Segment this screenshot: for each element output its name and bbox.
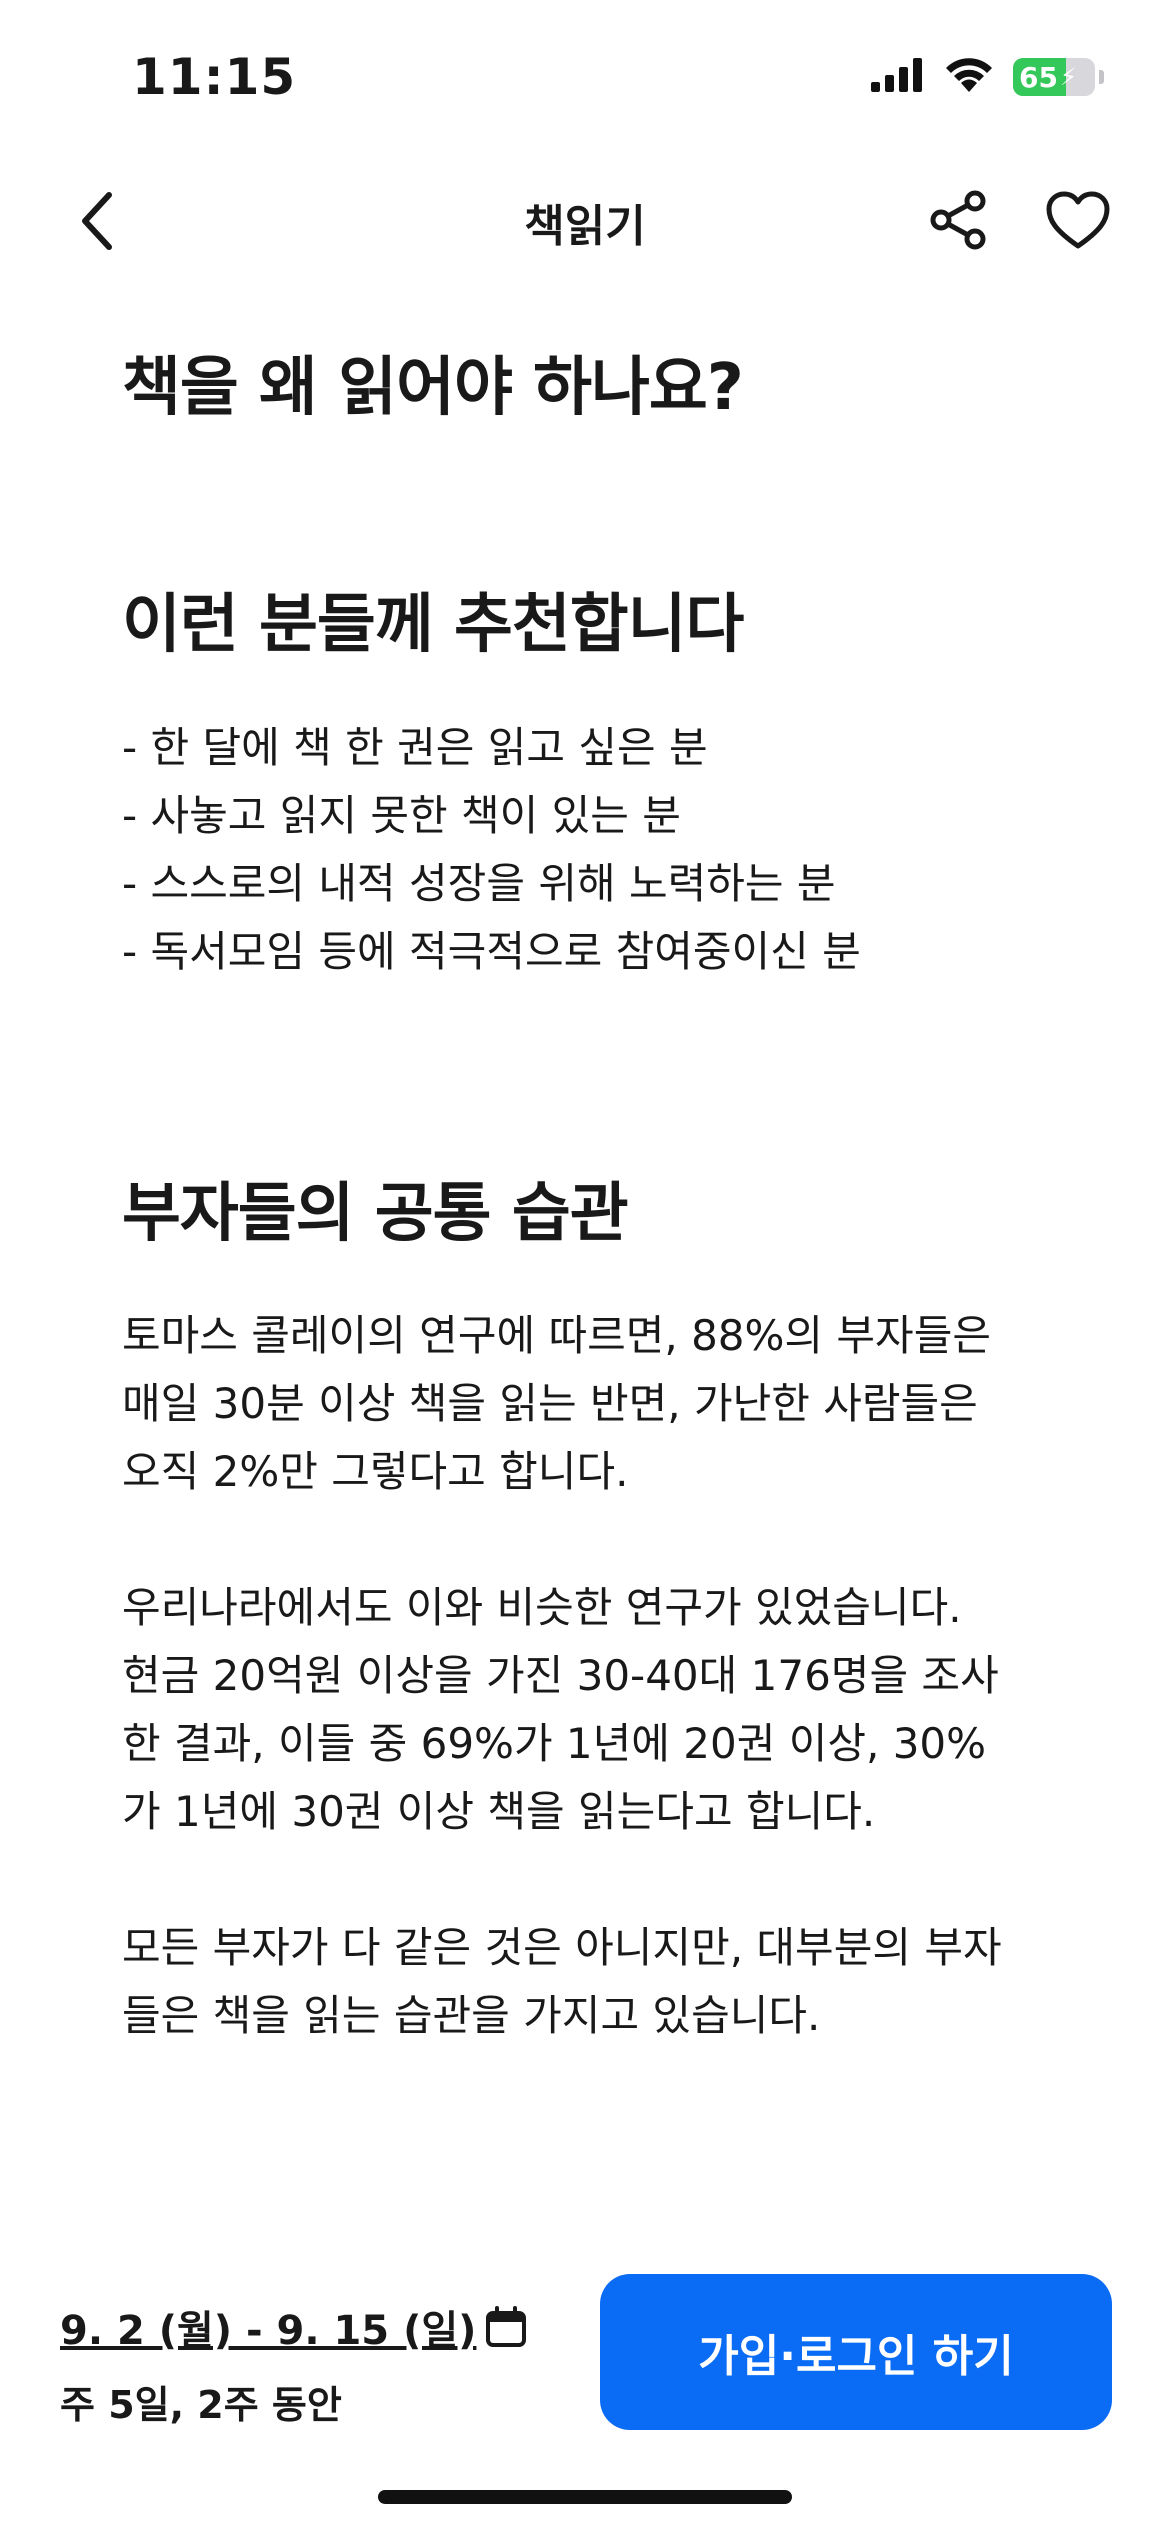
recommend-list: - 한 달에 책 한 권은 읽고 싶은 분 - 사놓고 읽지 못한 책이 있는 …	[122, 714, 1062, 986]
paragraph: 모든 부자가 다 같은 것은 아니지만, 대부분의 부자 들은 책을 읽는 습관…	[122, 1923, 1002, 2041]
list-item: - 스스로의 내적 성장을 위해 노력하는 분	[122, 858, 836, 908]
frequency-text: 주 5일, 2주 동안	[60, 2383, 342, 2427]
list-item: - 독서모임 등에 적극적으로 참여중이신 분	[122, 926, 861, 976]
charging-bolt-icon: ⚡	[1059, 63, 1077, 91]
list-item: - 사놓고 읽지 못한 책이 있는 분	[122, 790, 681, 840]
date-range-text: 9. 2 (월) - 9. 15 (일)	[60, 2308, 477, 2354]
nav-bar: 책읽기	[0, 150, 1170, 290]
date-range[interactable]: 9. 2 (월) - 9. 15 (일)	[60, 2298, 528, 2356]
main-content: 책을 왜 읽어야 하나요? 이런 분들께 추천합니다 - 한 달에 책 한 권은…	[122, 350, 1062, 2118]
status-icons: 65 ⚡	[871, 56, 1104, 98]
battery-icon: 65 ⚡	[1013, 58, 1095, 96]
list-item: - 한 달에 책 한 권은 읽고 싶은 분	[122, 722, 708, 772]
share-icon	[930, 190, 986, 250]
signal-icon	[871, 58, 925, 96]
status-bar: 11:15 65 ⚡	[0, 0, 1170, 150]
paragraph: 우리나라에서도 이와 비슷한 연구가 있었습니다. 현금 20억원 이상을 가진…	[122, 1583, 999, 1837]
favorite-button[interactable]	[1040, 182, 1116, 258]
wifi-icon	[943, 56, 995, 98]
schedule-info[interactable]: 9. 2 (월) - 9. 15 (일) 주 5일, 2주 동안	[60, 2298, 528, 2429]
paragraph: 토마스 콜레이의 연구에 따르면, 88%의 부자들은 매일 30분 이상 책을…	[122, 1311, 991, 1497]
signup-login-button[interactable]: 가입·로그인 하기	[600, 2274, 1112, 2430]
calendar-icon	[486, 2306, 527, 2347]
section-title-why-read: 책을 왜 읽어야 하나요?	[122, 351, 744, 425]
battery-cap	[1099, 70, 1104, 84]
heart-icon	[1046, 191, 1110, 249]
battery-level: 65	[1019, 60, 1058, 94]
section-title-recommend: 이런 분들께 추천합니다	[122, 587, 744, 662]
home-indicator	[378, 2490, 792, 2504]
status-time: 11:15	[132, 48, 297, 106]
section-title-habits: 부자들의 공통 습관	[122, 1176, 629, 1251]
share-button[interactable]	[920, 182, 996, 258]
